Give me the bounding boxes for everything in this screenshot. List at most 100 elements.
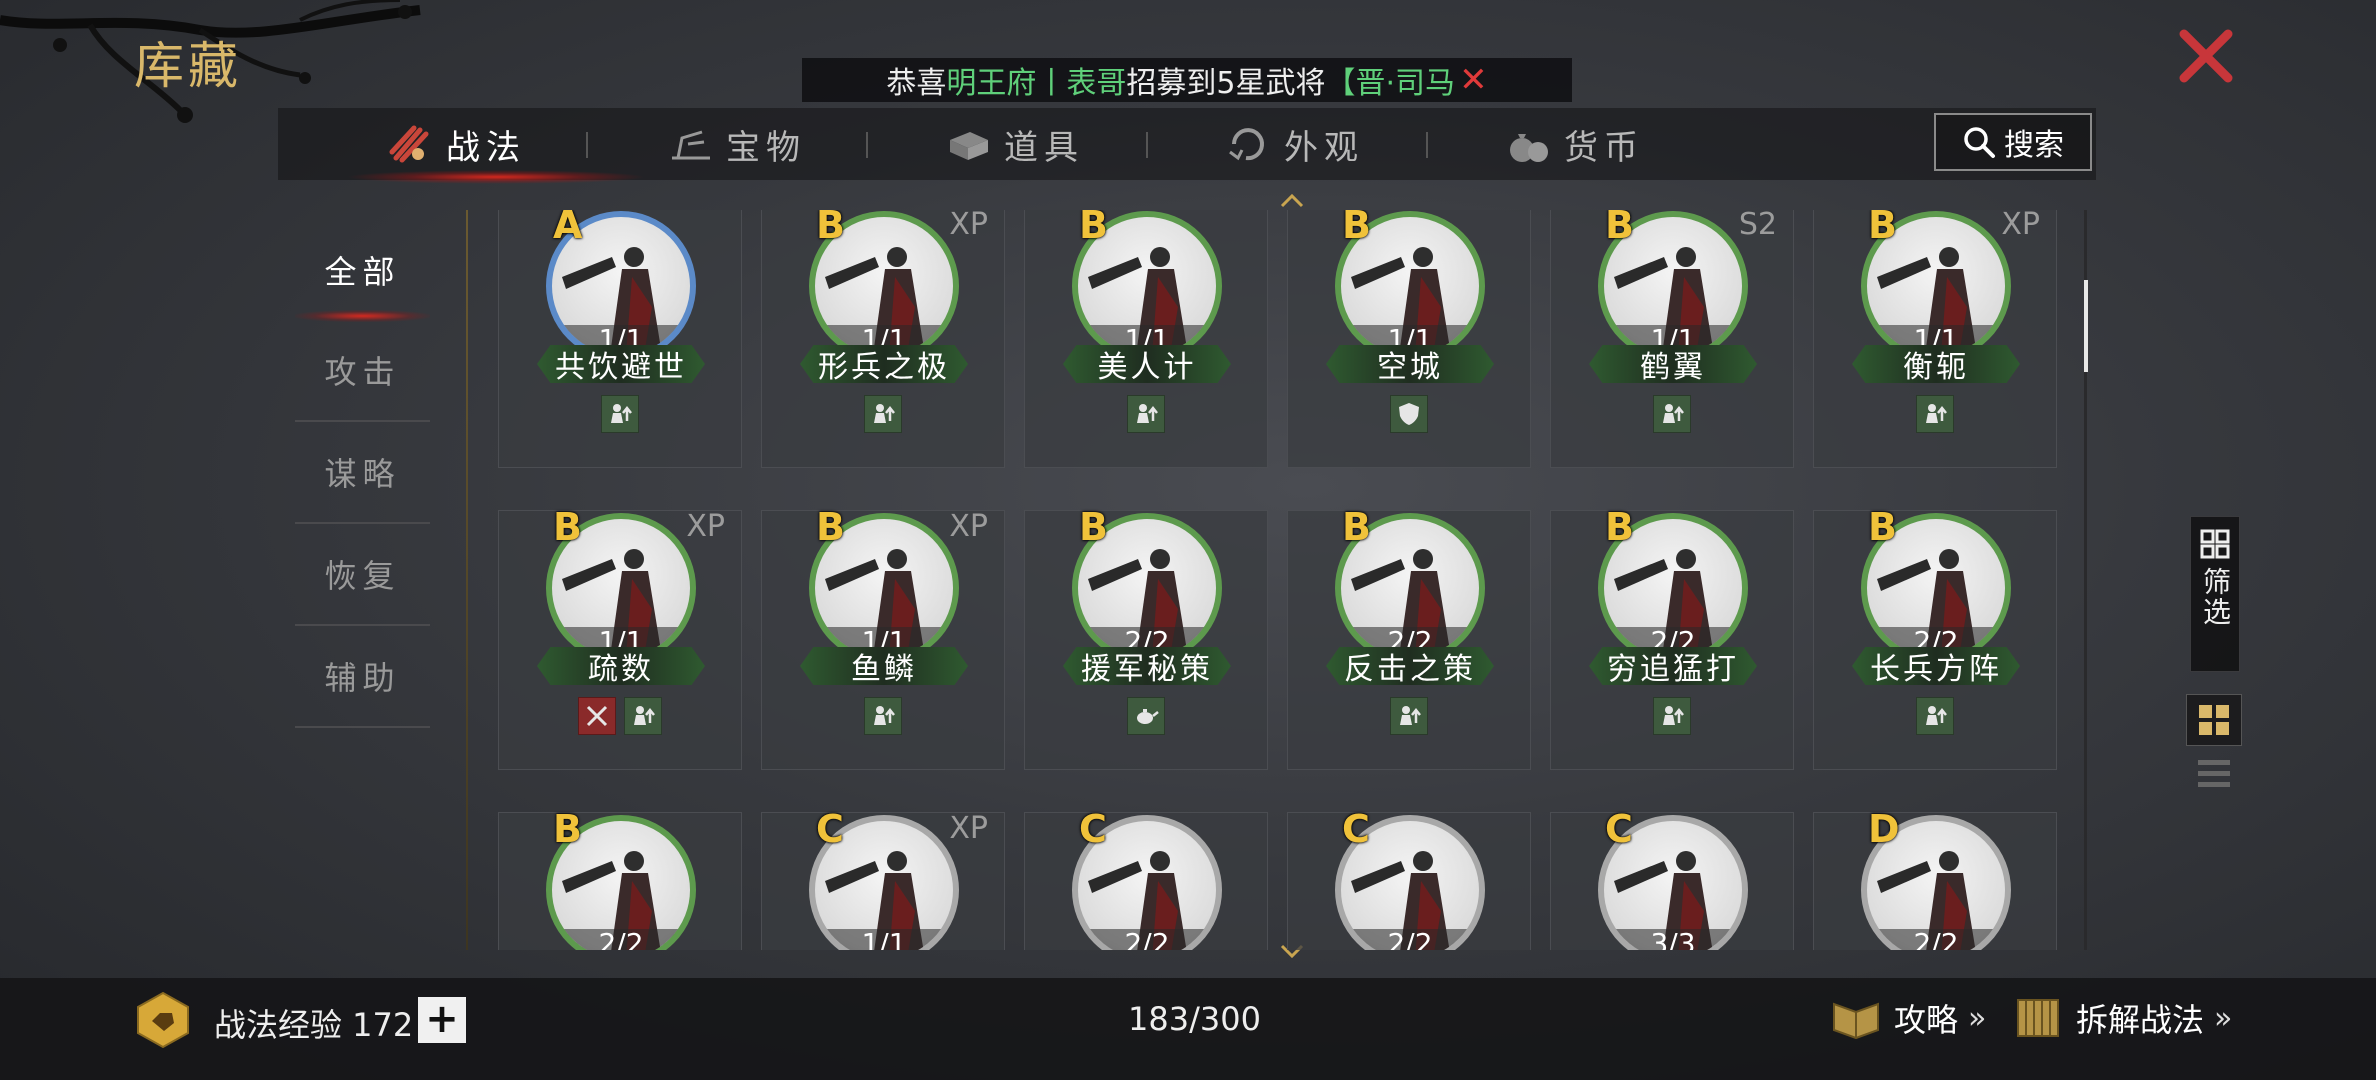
skill-type-icons bbox=[1025, 395, 1267, 433]
grid-view-toggle[interactable] bbox=[2186, 694, 2242, 746]
skill-card[interactable]: 2/2 C bbox=[1024, 807, 1268, 950]
tab-label: 宝物 bbox=[726, 127, 806, 168]
ticker-prefix: 恭喜 bbox=[886, 66, 947, 101]
ticker-close-icon[interactable]: ✕ bbox=[1459, 60, 1488, 100]
skill-type-icons bbox=[499, 395, 741, 433]
category-support[interactable]: 辅助 bbox=[295, 626, 430, 728]
troop-up-icon bbox=[1916, 697, 1954, 735]
category-attack[interactable]: 攻击 bbox=[295, 320, 430, 422]
filter-button[interactable]: 筛选 bbox=[2190, 516, 2240, 672]
tab-label: 道具 bbox=[1004, 127, 1084, 168]
ticker-guild: 明王府 bbox=[946, 66, 1037, 101]
category-list: 全部 攻击 谋略 恢复 辅助 bbox=[295, 220, 430, 728]
tab-items[interactable]: 道具 bbox=[946, 108, 1084, 180]
skill-card[interactable]: 1/1 A 共饮避世 bbox=[498, 210, 742, 468]
skill-card[interactable]: 1/1 B 空城 bbox=[1287, 210, 1531, 468]
search-button[interactable]: 搜索 bbox=[1934, 113, 2092, 171]
chevron-right-icon: » bbox=[2214, 1000, 2233, 1036]
skill-grade: B bbox=[1342, 210, 1371, 247]
category-recovery[interactable]: 恢复 bbox=[295, 524, 430, 626]
skill-type-icons bbox=[1288, 697, 1530, 735]
skill-card[interactable]: 1/1 C XP bbox=[761, 807, 1005, 950]
tab-bar: 战法 宝物 道具 外观 货币 bbox=[278, 108, 2096, 184]
tab-currency[interactable]: 货币 bbox=[1506, 108, 1644, 180]
money-bag-icon bbox=[1510, 134, 1548, 162]
skill-name: 空城 bbox=[1326, 345, 1494, 383]
tab-skills[interactable]: 战法 bbox=[388, 108, 526, 180]
skill-card[interactable]: 1/1 B XP 形兵之极 bbox=[761, 210, 1005, 468]
skill-name: 反击之策 bbox=[1326, 647, 1494, 685]
skill-card[interactable]: 2/2 B 援军秘策 bbox=[1024, 505, 1268, 770]
crossed-swords-icon bbox=[578, 697, 616, 735]
skill-exp-label: 战法经验 172 bbox=[214, 1006, 414, 1044]
category-all[interactable]: 全部 bbox=[295, 220, 430, 322]
tab-treasure[interactable]: 宝物 bbox=[668, 108, 806, 180]
close-icon[interactable] bbox=[2176, 26, 2236, 86]
skill-card[interactable]: 2/2 B 反击之策 bbox=[1287, 505, 1531, 770]
scroll-up-arrow-icon bbox=[1280, 194, 1304, 208]
chevron-right-icon: » bbox=[1968, 1000, 1987, 1036]
category-divider bbox=[466, 210, 468, 950]
skill-card[interactable]: 2/2 C bbox=[1287, 807, 1531, 950]
skill-type-icons bbox=[1551, 395, 1793, 433]
page-title: 库藏 bbox=[134, 37, 242, 95]
skill-tag: XP bbox=[949, 210, 988, 242]
grid-filter-icon bbox=[2200, 529, 2230, 559]
skill-card[interactable]: 2/2 D bbox=[1813, 807, 2057, 950]
skill-name: 美人计 bbox=[1063, 345, 1231, 383]
skill-type-icons bbox=[1814, 395, 2056, 433]
item-icon bbox=[950, 132, 988, 160]
skill-name: 疏数 bbox=[537, 647, 705, 685]
skill-grade: B bbox=[1079, 505, 1108, 549]
skill-name: 鱼鳞 bbox=[800, 647, 968, 685]
skill-name: 衡轭 bbox=[1852, 345, 2020, 383]
bamboo-scroll-icon bbox=[2017, 999, 2059, 1037]
skill-tag: S2 bbox=[1738, 210, 1777, 242]
troop-up-icon bbox=[1916, 395, 1954, 433]
skill-grade: B bbox=[553, 505, 582, 549]
skill-card[interactable]: 1/1 B S2 鹤翼 bbox=[1550, 210, 1794, 468]
shield-icon bbox=[1390, 395, 1428, 433]
skill-tag: XP bbox=[949, 811, 988, 846]
list-view-icon[interactable] bbox=[2194, 756, 2234, 792]
add-exp-button[interactable]: + bbox=[418, 997, 466, 1043]
tab-divider bbox=[1426, 132, 1428, 158]
dismantle-skill-button[interactable]: 拆解战法 » bbox=[2010, 988, 2233, 1048]
category-strategy[interactable]: 谋略 bbox=[295, 422, 430, 524]
tab-divider bbox=[866, 132, 868, 158]
tab-label: 战法 bbox=[446, 127, 526, 168]
skill-type-icons bbox=[1814, 697, 2056, 735]
strategy-label: 攻略 bbox=[1894, 1001, 1959, 1039]
filter-label: 筛选 bbox=[2199, 567, 2232, 627]
teapot-icon bbox=[1127, 697, 1165, 735]
guide-book-icon bbox=[1833, 1002, 1879, 1040]
skill-grade: B bbox=[1342, 505, 1371, 549]
skill-card[interactable]: 1/1 B XP 衡轭 bbox=[1813, 210, 2057, 468]
skill-tag: XP bbox=[686, 509, 725, 544]
skill-card[interactable]: 2/2 B bbox=[498, 807, 742, 950]
skill-name: 穷追猛打 bbox=[1589, 647, 1757, 685]
skill-type-icons bbox=[762, 395, 1004, 433]
skill-card[interactable]: 1/1 B XP 鱼鳞 bbox=[761, 505, 1005, 770]
skill-card[interactable]: 3/3 C bbox=[1550, 807, 1794, 950]
troop-up-icon bbox=[864, 395, 902, 433]
treasure-icon bbox=[672, 130, 710, 160]
grid-view-icon bbox=[2199, 705, 2229, 735]
skill-card[interactable]: 1/1 B XP 疏数 bbox=[498, 505, 742, 770]
skill-grade: A bbox=[553, 210, 583, 247]
skill-card[interactable]: 2/2 B 长兵方阵 bbox=[1813, 505, 2057, 770]
skill-name: 形兵之极 bbox=[800, 345, 968, 383]
appearance-icon bbox=[1229, 128, 1264, 161]
tab-divider bbox=[586, 132, 588, 158]
skill-card[interactable]: 1/1 B 美人计 bbox=[1024, 210, 1268, 468]
skill-type-icons bbox=[499, 697, 741, 735]
strategy-guide-button[interactable]: 攻略 » bbox=[1828, 988, 1987, 1048]
scrollbar-thumb[interactable] bbox=[2084, 280, 2088, 372]
skill-count: 2/2 bbox=[1341, 929, 1479, 950]
skill-count: 2/2 bbox=[1867, 929, 2005, 950]
skill-type-icons bbox=[1288, 395, 1530, 433]
tab-appearance[interactable]: 外观 bbox=[1226, 108, 1364, 180]
skill-card[interactable]: 2/2 B 穷追猛打 bbox=[1550, 505, 1794, 770]
skill-grade: B bbox=[1868, 210, 1897, 247]
troop-up-icon bbox=[864, 697, 902, 735]
